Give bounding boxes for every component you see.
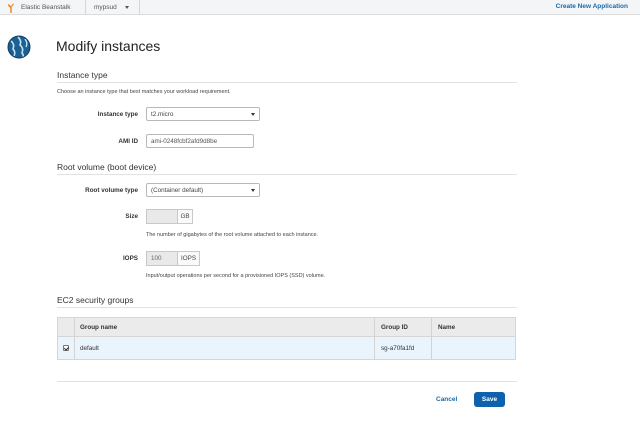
size-unit-addon: GB [178,209,193,224]
column-header-group-id[interactable]: Group ID [381,324,408,331]
group-name-cell: default [80,345,99,352]
iops-help-text: Input/output operations per second for a… [146,273,326,279]
instance-type-select[interactable]: t2.micro [146,107,260,121]
table-header: Group name Group ID Name [58,318,515,337]
globe-icon [7,35,31,59]
security-groups-table: Group name Group ID Name default sg-a70f… [57,317,516,360]
breadcrumb-app-dropdown[interactable]: mypsud [86,0,140,15]
section-divider [57,174,517,175]
ami-id-input[interactable]: ami-0248fcbf2afd9d8be [146,134,254,148]
iops-input[interactable]: 100 [146,251,178,266]
root-volume-type-select[interactable]: (Container default) [146,183,260,197]
column-divider [74,318,75,359]
top-bar: Elastic Beanstalk mypsud Create New Appl… [0,0,640,15]
footer-divider [57,381,517,382]
size-label: Size [125,213,138,220]
column-header-name[interactable]: Name [438,324,455,331]
chevron-down-icon [251,113,255,116]
beanstalk-icon [8,3,14,13]
create-new-application-link[interactable]: Create New Application [556,3,628,10]
section-title-instance-type: Instance type [57,70,108,80]
size-help-text: The number of gigabytes of the root volu… [146,232,319,238]
save-button[interactable]: Save [474,392,505,407]
page-title: Modify instances [56,38,161,54]
section-divider [57,82,517,83]
column-header-group-name[interactable]: Group name [80,324,117,331]
ami-id-value: ami-0248fcbf2afd9d8be [151,137,218,145]
iops-unit-addon: IOPS [178,251,200,266]
row-checkbox[interactable] [63,345,69,351]
chevron-down-icon [251,189,255,192]
group-id-cell: sg-a70fa1fd [381,345,415,352]
breadcrumb-app-label: mypsud [94,4,117,11]
iops-value: 100 [151,255,162,262]
instance-type-label: Instance type [97,111,138,118]
size-input[interactable] [146,209,178,224]
column-divider [431,318,432,359]
chevron-down-icon [124,6,129,9]
root-volume-type-value: (Container default) [151,186,204,194]
breadcrumb-elastic-beanstalk[interactable]: Elastic Beanstalk [0,0,86,15]
section-divider [57,307,517,308]
ami-id-label: AMI ID [118,138,138,145]
iops-label: IOPS [122,255,138,262]
breadcrumb-service-label: Elastic Beanstalk [21,4,71,11]
section-title-security-groups: EC2 security groups [57,295,134,305]
root-volume-type-label: Root volume type [85,187,138,194]
instance-type-value: t2.micro [151,110,174,118]
section-title-root-volume: Root volume (boot device) [57,162,157,172]
instance-type-description: Choose an instance type that best matche… [57,89,231,95]
table-row[interactable]: default sg-a70fa1fd [58,337,515,359]
cancel-button[interactable]: Cancel [436,396,457,403]
column-divider [374,318,375,359]
